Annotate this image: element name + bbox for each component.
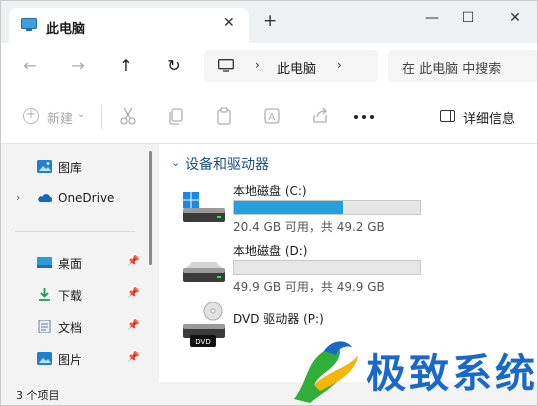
share-icon[interactable] (310, 106, 330, 126)
item-count: 3 个项目 (16, 389, 60, 402)
plus-icon[interactable]: + (23, 108, 39, 124)
dragon-logo-icon (294, 341, 358, 403)
details-button[interactable]: 详细信息 (463, 108, 515, 127)
onedrive-icon (38, 194, 52, 202)
copy-icon[interactable] (166, 106, 186, 126)
windows-drive-icon (183, 192, 225, 222)
group-header[interactable]: 设备和驱动器 (185, 154, 269, 174)
refresh-icon[interactable]: ↻ (164, 56, 184, 76)
download-icon (39, 288, 50, 301)
pin-icon[interactable]: 📌 (127, 352, 139, 363)
navigation-bar: ← → ↑ ↻ › 此电脑 › 在 此电脑 中搜索 (1, 43, 537, 89)
command-bar: + 新建 ⌄ A 详细信息 (1, 89, 537, 144)
details-pane-icon[interactable] (440, 110, 455, 122)
drive-name: DVD 驱动器 (P:) (233, 312, 324, 326)
chevron-down-icon[interactable]: ⌄ (77, 109, 85, 120)
minimize-button[interactable]: — (421, 9, 443, 27)
drive-item-d[interactable]: 本地磁盘 (D:) 49.9 GB 可用，共 49.9 GB (159, 240, 537, 296)
pictures-icon (37, 352, 52, 365)
drive-usage-bar (233, 260, 421, 275)
close-window-button[interactable]: ✕ (504, 9, 526, 27)
sidebar-item-desktop[interactable]: 桌面 📌 (1, 252, 149, 274)
scrollbar-thumb[interactable] (149, 151, 152, 265)
pin-icon[interactable]: 📌 (127, 256, 139, 267)
drive-usage-bar (233, 200, 421, 215)
forward-arrow-icon[interactable]: → (68, 56, 88, 76)
back-arrow-icon[interactable]: ← (20, 56, 40, 76)
sidebar-item-onedrive[interactable]: › OneDrive (1, 188, 149, 210)
svg-text:A: A (269, 112, 276, 123)
new-button[interactable]: 新建 (47, 108, 73, 127)
title-bar: 此电脑 ✕ + — ☐ ✕ (1, 1, 537, 43)
pin-icon[interactable]: 📌 (127, 320, 139, 331)
search-placeholder: 在 此电脑 中搜索 (402, 62, 502, 77)
tab-this-pc[interactable]: 此电脑 ✕ (9, 8, 249, 43)
drive-name: 本地磁盘 (D:) (233, 244, 308, 258)
watermark-text: 极致系统 (366, 351, 538, 397)
paste-icon[interactable] (214, 106, 234, 126)
maximize-button[interactable]: ☐ (457, 9, 479, 27)
more-options-icon[interactable] (353, 114, 375, 120)
rename-icon[interactable]: A (262, 106, 282, 126)
divider (15, 231, 135, 232)
computer-icon (218, 59, 234, 72)
sidebar-item-label: OneDrive (58, 191, 115, 205)
search-input[interactable]: 在 此电脑 中搜索 (388, 50, 537, 82)
new-tab-button[interactable]: + (263, 13, 277, 30)
sidebar-item-label: 下载 (58, 289, 83, 303)
drive-space-text: 49.9 GB 可用，共 49.9 GB (233, 280, 385, 294)
drive-usage-fill (234, 201, 343, 214)
up-arrow-icon[interactable]: ↑ (116, 56, 136, 76)
sidebar-item-label: 图片 (58, 353, 83, 367)
cut-icon[interactable] (118, 106, 138, 126)
navigation-pane: 图库 › OneDrive 桌面 📌 下载 📌 文档 📌 图片 📌 (1, 144, 149, 382)
file-explorer-window: 此电脑 ✕ + — ☐ ✕ ← → ↑ ↻ › 此电脑 › 在 此电脑 中搜索 … (0, 0, 538, 406)
close-tab-icon[interactable]: ✕ (223, 15, 235, 31)
gallery-icon (37, 160, 52, 173)
address-bar[interactable]: › 此电脑 › (204, 50, 378, 82)
drive-name: 本地磁盘 (C:) (233, 184, 307, 198)
dvd-drive-icon: DVD (183, 302, 225, 347)
sidebar-item-gallery[interactable]: 图库 (1, 156, 149, 178)
divider (101, 105, 102, 129)
dvd-badge: DVD (195, 338, 210, 346)
chevron-right-icon[interactable]: › (337, 58, 342, 72)
chevron-right-icon[interactable]: › (255, 58, 260, 72)
chevron-down-icon[interactable]: ⌄ (171, 156, 180, 169)
sidebar-item-downloads[interactable]: 下载 📌 (1, 284, 149, 306)
desktop-icon (37, 257, 52, 268)
sidebar-item-label: 图库 (58, 161, 83, 175)
documents-icon (38, 320, 51, 333)
drive-space-text: 20.4 GB 可用，共 49.2 GB (233, 220, 385, 234)
tab-title: 此电脑 (46, 22, 86, 37)
computer-icon (21, 18, 37, 31)
sidebar-item-label: 桌面 (58, 257, 83, 271)
pin-icon[interactable]: 📌 (127, 288, 139, 299)
sidebar-item-documents[interactable]: 文档 📌 (1, 316, 149, 338)
breadcrumb[interactable]: 此电脑 (277, 58, 316, 77)
sidebar-item-label: 文档 (58, 321, 83, 335)
watermark-logo: 极致系统 (284, 329, 538, 405)
sidebar-item-pictures[interactable]: 图片 📌 (1, 348, 149, 370)
drive-item-c[interactable]: 本地磁盘 (C:) 20.4 GB 可用，共 49.2 GB (159, 180, 537, 236)
chevron-right-icon[interactable]: › (16, 191, 20, 204)
hard-drive-icon (183, 262, 225, 282)
